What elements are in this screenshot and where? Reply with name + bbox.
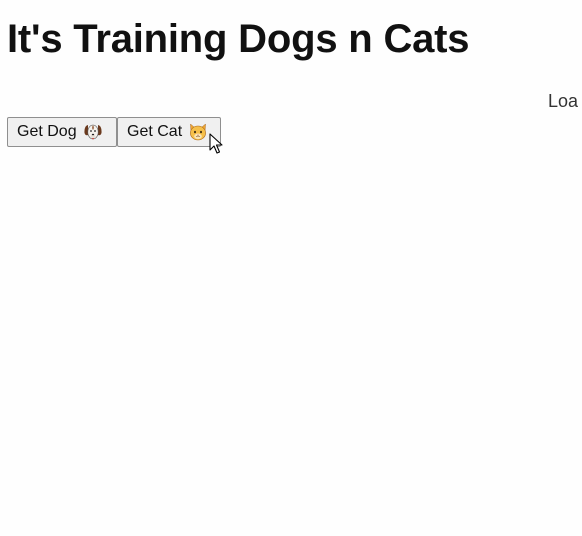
button-row: Get Dog Get Cat [7,117,221,147]
loading-status-text: Loa [548,91,579,111]
page-title: It's Training Dogs n Cats [7,17,470,61]
dog-face-icon [83,122,103,142]
get-dog-label: Get Dog [17,123,77,140]
get-cat-label: Get Cat [127,123,183,140]
cat-face-icon [188,122,208,142]
get-cat-button[interactable]: Get Cat [117,117,221,147]
get-dog-button[interactable]: Get Dog [7,117,117,147]
